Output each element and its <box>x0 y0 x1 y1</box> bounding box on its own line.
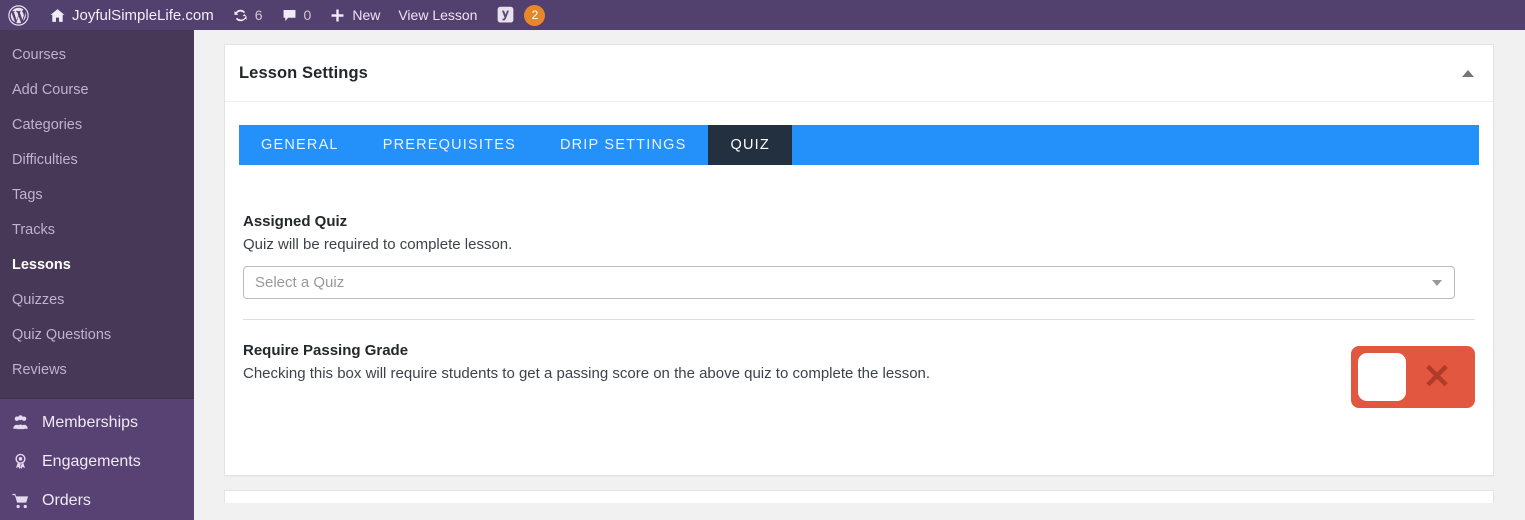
site-name-label: JoyfulSimpleLife.com <box>72 6 214 24</box>
sidebar-item-orders[interactable]: Orders <box>0 481 194 520</box>
sidebar-item-tags[interactable]: Tags <box>0 178 194 213</box>
awards-icon <box>10 452 30 471</box>
sidebar-item-memberships-label: Memberships <box>42 413 139 431</box>
assigned-quiz-select[interactable]: Select a Quiz <box>243 266 1455 299</box>
yoast-seo-menu[interactable]: 2 <box>486 0 554 30</box>
page-title: Lesson Settings <box>239 63 368 82</box>
sidebar-item-engagements-label: Engagements <box>42 452 141 470</box>
main-content: Lesson Settings GENERAL PREREQUISITES DR… <box>194 30 1525 503</box>
sidebar-item-memberships[interactable]: Memberships <box>0 403 194 442</box>
assigned-quiz-row: Assigned Quiz Quiz will be required to c… <box>243 165 1475 320</box>
sidebar-item-reviews[interactable]: Reviews <box>0 353 194 388</box>
tab-quiz[interactable]: QUIZ <box>708 125 792 165</box>
settings-tabs: GENERAL PREREQUISITES DRIP SETTINGS QUIZ <box>239 125 1479 165</box>
comments-count: 0 <box>303 7 312 23</box>
admin-bar: JoyfulSimpleLife.com 6 0 New View Lesson <box>0 0 1525 30</box>
chevron-up-icon[interactable] <box>1457 62 1479 84</box>
cart-icon <box>10 491 30 510</box>
sidebar-item-lessons[interactable]: Lessons <box>0 248 194 283</box>
home-icon <box>49 7 66 24</box>
next-panel <box>224 490 1494 503</box>
lesson-settings-panel: Lesson Settings GENERAL PREREQUISITES DR… <box>224 44 1494 476</box>
require-passing-grade-row: Require Passing Grade Checking this box … <box>243 320 1475 428</box>
updates-count: 6 <box>254 7 263 23</box>
sidebar-item-orders-label: Orders <box>42 491 91 509</box>
new-content-label: New <box>352 7 381 23</box>
yoast-logo-icon <box>495 5 516 26</box>
site-name-menu[interactable]: JoyfulSimpleLife.com <box>40 0 223 30</box>
wordpress-logo-icon <box>8 4 29 26</box>
require-passing-grade-toggle[interactable]: ✕ <box>1351 346 1475 408</box>
require-passing-grade-description: Checking this box will require students … <box>243 365 931 382</box>
assigned-quiz-left: Assigned Quiz Quiz will be required to c… <box>243 213 1475 299</box>
sidebar-item-quiz-questions[interactable]: Quiz Questions <box>0 318 194 353</box>
comment-icon <box>281 7 298 24</box>
wordpress-logo-button[interactable] <box>0 0 40 30</box>
sidebar-item-engagements[interactable]: Engagements <box>0 442 194 481</box>
require-passing-grade-left: Require Passing Grade Checking this box … <box>243 342 1351 385</box>
sidebar-item-add-course[interactable]: Add Course <box>0 73 194 108</box>
sidebar-item-categories[interactable]: Categories <box>0 108 194 143</box>
updates-icon <box>232 7 249 24</box>
panel-header: Lesson Settings <box>225 45 1493 102</box>
sidebar-item-courses[interactable]: Courses <box>0 38 194 73</box>
admin-sidebar: Courses Add Course Categories Difficulti… <box>0 30 194 520</box>
sidebar-item-tracks[interactable]: Tracks <box>0 213 194 248</box>
groups-icon <box>10 413 30 432</box>
yoast-badge-count: 2 <box>524 4 546 26</box>
quiz-settings-body: Assigned Quiz Quiz will be required to c… <box>225 165 1493 428</box>
view-lesson-label: View Lesson <box>398 7 478 23</box>
assigned-quiz-select-placeholder: Select a Quiz <box>255 274 345 291</box>
require-passing-grade-label: Require Passing Grade <box>243 342 409 359</box>
assigned-quiz-label: Assigned Quiz <box>243 213 348 230</box>
tab-prerequisites[interactable]: PREREQUISITES <box>361 125 538 165</box>
chevron-down-icon <box>1432 279 1442 286</box>
x-icon: ✕ <box>1422 358 1452 396</box>
sidebar-item-difficulties[interactable]: Difficulties <box>0 143 194 178</box>
toggle-knob <box>1358 353 1406 401</box>
tab-general[interactable]: GENERAL <box>239 125 361 165</box>
tabs-container: GENERAL PREREQUISITES DRIP SETTINGS QUIZ <box>225 102 1493 165</box>
plus-icon <box>329 7 346 24</box>
tab-drip-settings[interactable]: DRIP SETTINGS <box>538 125 709 165</box>
sidebar-main-menu: Memberships Engagements Orders <box>0 399 194 520</box>
assigned-quiz-description: Quiz will be required to complete lesson… <box>243 236 513 253</box>
sidebar-item-quizzes[interactable]: Quizzes <box>0 283 194 318</box>
updates-menu[interactable]: 6 <box>223 0 272 30</box>
view-lesson-link[interactable]: View Lesson <box>389 0 486 30</box>
sidebar-submenu: Courses Add Course Categories Difficulti… <box>0 30 194 398</box>
new-content-menu[interactable]: New <box>320 0 389 30</box>
comments-menu[interactable]: 0 <box>272 0 321 30</box>
